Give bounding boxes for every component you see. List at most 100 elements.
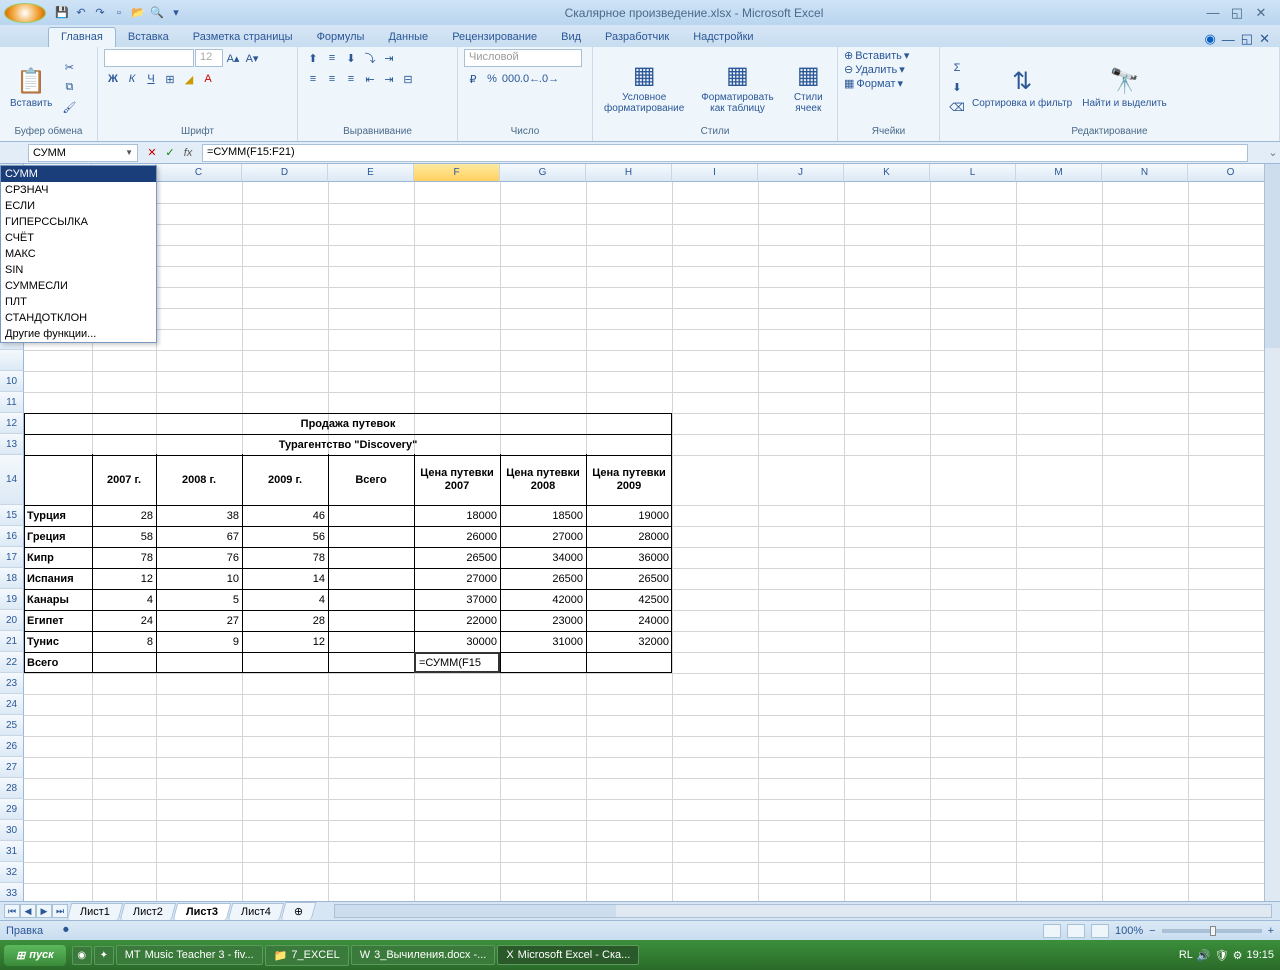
clear-icon[interactable]: ⌫ — [948, 99, 966, 117]
func-item[interactable]: СРЗНАЧ — [1, 182, 156, 198]
column-header[interactable]: H — [586, 164, 672, 182]
row-header[interactable]: 18 — [0, 568, 24, 589]
dec-decimal-icon[interactable]: .0→ — [540, 70, 558, 88]
new-sheet-button[interactable]: ⊕ — [281, 902, 317, 920]
expand-formula-bar-icon[interactable]: ⌄ — [1266, 146, 1280, 159]
formula-bar[interactable]: =СУММ(F15:F21) — [202, 144, 1248, 162]
new-icon[interactable]: ▫ — [111, 5, 127, 21]
column-header[interactable]: I — [672, 164, 758, 182]
sheet-tab[interactable]: Лист4 — [228, 903, 285, 920]
enter-formula-icon[interactable]: ✓ — [162, 145, 178, 161]
copy-icon[interactable]: ⧉ — [60, 79, 78, 97]
indent-dec-icon[interactable]: ⇤ — [361, 70, 379, 88]
func-item[interactable]: СТАНДОТКЛОН — [1, 310, 156, 326]
tab-addins[interactable]: Надстройки — [681, 28, 765, 47]
align-right-icon[interactable]: ≡ — [342, 70, 360, 88]
column-header[interactable]: E — [328, 164, 414, 182]
zoom-out-icon[interactable]: − — [1149, 925, 1155, 937]
format-cells-button[interactable]: ▦ Формат ▾ — [844, 77, 903, 90]
row-header[interactable]: 29 — [0, 799, 24, 820]
func-item[interactable]: ЕСЛИ — [1, 198, 156, 214]
row-header[interactable]: 25 — [0, 715, 24, 736]
align-left-icon[interactable]: ≡ — [304, 70, 322, 88]
chevron-down-icon[interactable]: ▼ — [125, 148, 133, 157]
tab-page-layout[interactable]: Разметка страницы — [181, 28, 305, 47]
row-header[interactable]: 12 — [0, 413, 24, 434]
active-cell[interactable]: =СУММ(F15 — [414, 652, 500, 673]
font-size-combo[interactable]: 12 — [195, 49, 223, 67]
row-header[interactable]: 10 — [0, 371, 24, 392]
wrap-text-icon[interactable]: ⇥ — [380, 49, 398, 67]
row-header[interactable]: 19 — [0, 589, 24, 610]
quick-launch-icon[interactable]: ✦ — [94, 946, 114, 965]
taskbar-item[interactable]: 📁7_EXCEL — [265, 945, 349, 966]
row-header[interactable] — [0, 350, 24, 371]
column-header[interactable]: F — [414, 164, 500, 182]
qat-menu-icon[interactable]: ▾ — [168, 5, 184, 21]
row-header[interactable]: 11 — [0, 392, 24, 413]
row-header[interactable]: 15 — [0, 505, 24, 526]
redo-icon[interactable]: ↷ — [92, 5, 108, 21]
tab-formulas[interactable]: Формулы — [305, 28, 377, 47]
column-header[interactable]: N — [1102, 164, 1188, 182]
vertical-scrollbar[interactable] — [1264, 164, 1280, 901]
tab-home[interactable]: Главная — [48, 27, 116, 47]
fill-icon[interactable]: ⬇ — [948, 79, 966, 97]
row-header[interactable]: 32 — [0, 862, 24, 883]
row-header[interactable]: 14 — [0, 455, 24, 505]
align-top-icon[interactable]: ⬆ — [304, 49, 322, 67]
percent-icon[interactable]: % — [483, 70, 501, 88]
taskbar-item[interactable]: MTMusic Teacher 3 - fiv... — [116, 945, 263, 965]
cancel-formula-icon[interactable]: ✕ — [144, 145, 160, 161]
row-header[interactable]: 16 — [0, 526, 24, 547]
office-button[interactable] — [4, 3, 46, 23]
normal-view-icon[interactable] — [1043, 924, 1061, 938]
preview-icon[interactable]: 🔍 — [149, 5, 165, 21]
row-header[interactable]: 26 — [0, 736, 24, 757]
sheet-nav-prev-icon[interactable]: ◀ — [20, 904, 36, 918]
zoom-in-icon[interactable]: + — [1268, 925, 1274, 937]
sheet-nav-next-icon[interactable]: ▶ — [36, 904, 52, 918]
row-header[interactable]: 28 — [0, 778, 24, 799]
underline-icon[interactable]: Ч — [142, 70, 160, 88]
func-item[interactable]: ПЛТ — [1, 294, 156, 310]
function-dropdown[interactable]: СУММ СРЗНАЧ ЕСЛИ ГИПЕРССЫЛКА СЧЁТ МАКС S… — [0, 165, 157, 343]
doc-close-icon[interactable]: ✕ — [1259, 31, 1270, 47]
autosum-icon[interactable]: Σ — [948, 59, 966, 77]
help-icon[interactable]: ◉ — [1204, 31, 1215, 47]
sheet-tab[interactable]: Лист3 — [173, 903, 232, 920]
row-header[interactable]: 24 — [0, 694, 24, 715]
comma-icon[interactable]: 000 — [502, 70, 520, 88]
sheet-tab[interactable]: Лист2 — [120, 903, 177, 920]
italic-icon[interactable]: К — [123, 70, 141, 88]
tab-insert[interactable]: Вставка — [116, 28, 181, 47]
quick-launch-icon[interactable]: ◉ — [72, 946, 92, 965]
sheet-tab[interactable]: Лист1 — [67, 903, 124, 920]
row-header[interactable]: 20 — [0, 610, 24, 631]
column-header[interactable]: K — [844, 164, 930, 182]
sheet-nav-first-icon[interactable]: ⏮ — [4, 904, 20, 918]
doc-restore-icon[interactable]: ◱ — [1241, 31, 1253, 47]
page-break-view-icon[interactable] — [1091, 924, 1109, 938]
spreadsheet-grid[interactable]: ABCDEFGHIJKLMNOPQ 1011121314151617181920… — [0, 164, 1280, 901]
func-item[interactable]: ГИПЕРССЫЛКА — [1, 214, 156, 230]
func-item[interactable]: МАКС — [1, 246, 156, 262]
insert-cells-button[interactable]: ⊕ Вставить ▾ — [844, 49, 909, 62]
open-icon[interactable]: 📂 — [130, 5, 146, 21]
tab-data[interactable]: Данные — [376, 28, 440, 47]
cut-icon[interactable]: ✂ — [60, 59, 78, 77]
conditional-formatting-button[interactable]: ▦Условное форматирование — [599, 59, 689, 116]
zoom-slider[interactable] — [1162, 929, 1262, 933]
row-header[interactable]: 22 — [0, 652, 24, 673]
save-icon[interactable]: 💾 — [54, 5, 70, 21]
align-center-icon[interactable]: ≡ — [323, 70, 341, 88]
name-box[interactable]: СУММ▼ — [28, 144, 138, 162]
row-header[interactable]: 17 — [0, 547, 24, 568]
format-as-table-button[interactable]: ▦Форматировать как таблицу — [691, 59, 783, 116]
border-icon[interactable]: ⊞ — [161, 70, 179, 88]
zoom-level[interactable]: 100% — [1115, 925, 1143, 937]
row-header[interactable]: 31 — [0, 841, 24, 862]
indent-inc-icon[interactable]: ⇥ — [380, 70, 398, 88]
cell-styles-button[interactable]: ▦Стили ячеек — [786, 59, 831, 116]
func-item[interactable]: СУММ — [1, 166, 156, 182]
